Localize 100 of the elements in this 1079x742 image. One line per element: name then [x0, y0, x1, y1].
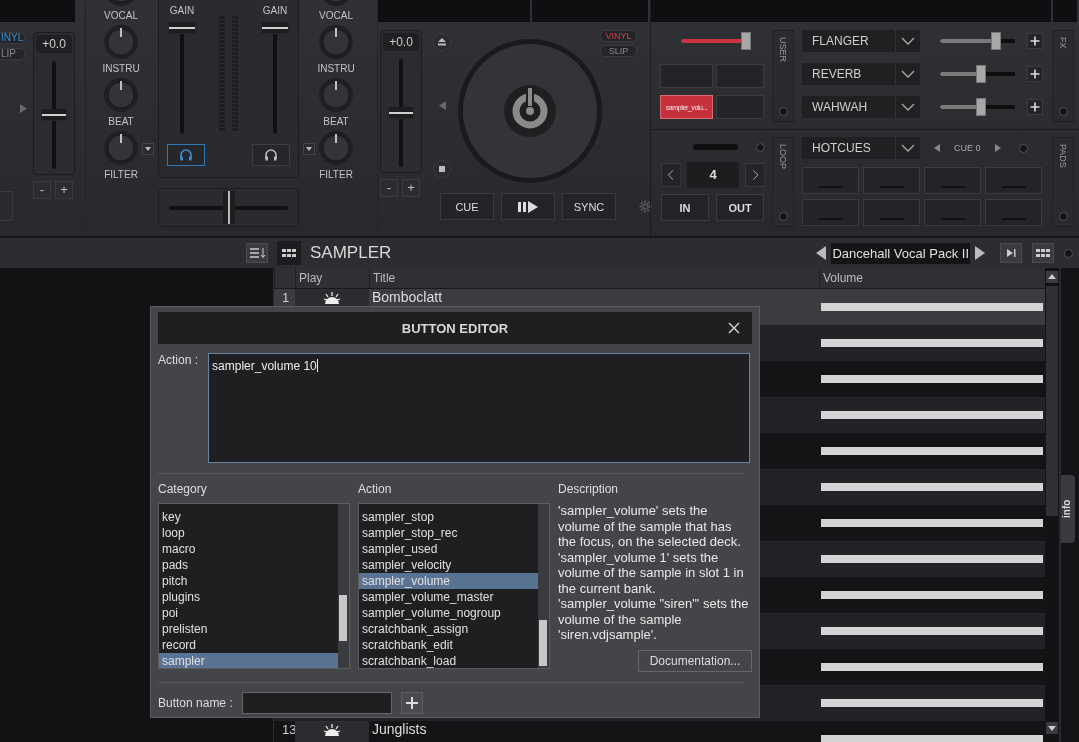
- grid-icon[interactable]: [277, 241, 301, 265]
- info-tab[interactable]: info: [1061, 475, 1075, 543]
- action-input-field[interactable]: sampler_volume 10: [208, 353, 751, 463]
- hotcue-pad[interactable]: [802, 199, 859, 226]
- volume-bar[interactable]: [821, 591, 1043, 599]
- eject-icon[interactable]: [433, 33, 451, 51]
- volume-bar[interactable]: [821, 411, 1043, 419]
- stop-icon[interactable]: [433, 160, 451, 178]
- hotcue-pad[interactable]: [985, 167, 1042, 194]
- headphones-button[interactable]: [167, 144, 205, 166]
- list-item[interactable]: scratchbank_assign: [359, 621, 538, 637]
- list-item[interactable]: record: [159, 637, 338, 653]
- effect-dropdown[interactable]: WAHWAH: [802, 96, 920, 118]
- list-item[interactable]: plugins: [159, 589, 338, 605]
- pitch-up-button[interactable]: +: [402, 179, 420, 197]
- fader-handle[interactable]: [388, 107, 414, 119]
- scroll-up-icon[interactable]: [1046, 271, 1058, 283]
- sampler-volume-slider[interactable]: [681, 35, 753, 47]
- vinyl-button[interactable]: INYL: [0, 32, 25, 44]
- knob[interactable]: [318, 24, 354, 60]
- add-icon[interactable]: [1027, 33, 1043, 49]
- cue-button[interactable]: CUE: [440, 193, 494, 220]
- volume-bar[interactable]: [821, 447, 1043, 455]
- next-icon[interactable]: [975, 246, 985, 260]
- scrollbar[interactable]: [1045, 268, 1059, 742]
- hotcue-pad[interactable]: [863, 167, 920, 194]
- sync-button[interactable]: SYNC: [562, 193, 616, 220]
- jog-wheel[interactable]: [457, 38, 603, 184]
- hotcue-pad[interactable]: [924, 199, 981, 226]
- column-header[interactable]: Play: [295, 268, 369, 288]
- next-icon[interactable]: [994, 144, 1001, 152]
- list-item[interactable]: sampler_volume_master: [359, 589, 538, 605]
- slider-handle[interactable]: [991, 32, 1002, 50]
- bank-name[interactable]: Dancehall Vocal Pack II: [831, 242, 970, 264]
- volume-bar[interactable]: [821, 699, 1043, 707]
- volume-bar[interactable]: [821, 303, 1043, 311]
- volume-bar[interactable]: [821, 627, 1043, 635]
- volume-bar[interactable]: [821, 483, 1043, 491]
- previous-icon[interactable]: [816, 246, 827, 260]
- add-icon[interactable]: [1027, 66, 1043, 82]
- loop-out-button[interactable]: OUT: [716, 194, 764, 221]
- effect-dropdown[interactable]: REVERB: [802, 63, 920, 85]
- dropdown-button[interactable]: [303, 143, 315, 155]
- list-item[interactable]: sampler_volume_nogroup: [359, 605, 538, 621]
- list-item[interactable]: scratchbank_edit: [359, 637, 538, 653]
- crossfader-handle[interactable]: [222, 191, 235, 224]
- pitch-down-button[interactable]: -: [380, 179, 398, 197]
- fader-handle[interactable]: [168, 22, 196, 34]
- knob[interactable]: [103, 24, 139, 60]
- volume-bar[interactable]: [821, 339, 1043, 347]
- button-name-field[interactable]: [241, 691, 392, 714]
- list-item[interactable]: pitch: [159, 573, 338, 589]
- hotcue-pad[interactable]: [924, 167, 981, 194]
- loop-tab[interactable]: LOOP: [772, 137, 794, 227]
- hotcue-pad[interactable]: [863, 199, 920, 226]
- play-pause-button[interactable]: [501, 193, 555, 220]
- list-item[interactable]: sampler: [159, 653, 338, 668]
- pitch-up-button[interactable]: +: [55, 181, 73, 199]
- list-item[interactable]: key: [159, 509, 338, 525]
- documentation-button[interactable]: Documentation...: [638, 649, 752, 672]
- hotcue-pad[interactable]: [802, 167, 859, 194]
- knob[interactable]: [103, 77, 139, 113]
- fx-tab[interactable]: FX: [1052, 30, 1074, 122]
- volume-bar[interactable]: [821, 519, 1043, 527]
- fader-handle[interactable]: [41, 109, 67, 121]
- user-tab[interactable]: USER: [772, 30, 794, 122]
- slider-handle[interactable]: [976, 65, 987, 83]
- slider-handle[interactable]: [976, 98, 987, 116]
- list-item[interactable]: sampler_volume: [359, 573, 538, 589]
- list-item[interactable]: sampler_stop: [359, 509, 538, 525]
- vinyl-button[interactable]: VINYL: [600, 30, 637, 42]
- previous-icon[interactable]: [934, 144, 940, 152]
- skip-icon[interactable]: [1000, 243, 1022, 263]
- dropdown-button[interactable]: [142, 143, 154, 155]
- settings-icon[interactable]: [639, 200, 652, 213]
- list-item[interactable]: prelisten: [159, 621, 338, 637]
- add-icon[interactable]: [1027, 99, 1043, 115]
- list-item[interactable]: scratchbank_load: [359, 653, 538, 668]
- pitch-down-button[interactable]: -: [33, 181, 51, 199]
- pad-mode-dropdown[interactable]: HOTCUES: [802, 137, 920, 159]
- pads-tab[interactable]: PADS: [1052, 137, 1074, 227]
- loop-in-button[interactable]: IN: [661, 194, 709, 221]
- hotcue-pad[interactable]: [985, 199, 1042, 226]
- knob[interactable]: [318, 77, 354, 113]
- list-item[interactable]: pads: [159, 557, 338, 573]
- headphones-button[interactable]: [252, 144, 290, 166]
- scroll-down-icon[interactable]: [1046, 722, 1058, 734]
- list-item[interactable]: sampler_used: [359, 541, 538, 557]
- list-item[interactable]: macro: [159, 541, 338, 557]
- list-item[interactable]: loop: [159, 525, 338, 541]
- column-header[interactable]: Title: [369, 268, 819, 288]
- scrollbar-thumb[interactable]: [1046, 286, 1058, 516]
- list-menu-icon[interactable]: [246, 243, 268, 263]
- list-item[interactable]: poi: [159, 605, 338, 621]
- volume-bar[interactable]: [821, 663, 1043, 671]
- grid-icon[interactable]: [1032, 243, 1054, 263]
- close-icon[interactable]: [728, 322, 740, 334]
- effect-dropdown[interactable]: FLANGER: [802, 30, 920, 52]
- volume-bar[interactable]: [821, 555, 1043, 563]
- add-icon[interactable]: [400, 691, 423, 714]
